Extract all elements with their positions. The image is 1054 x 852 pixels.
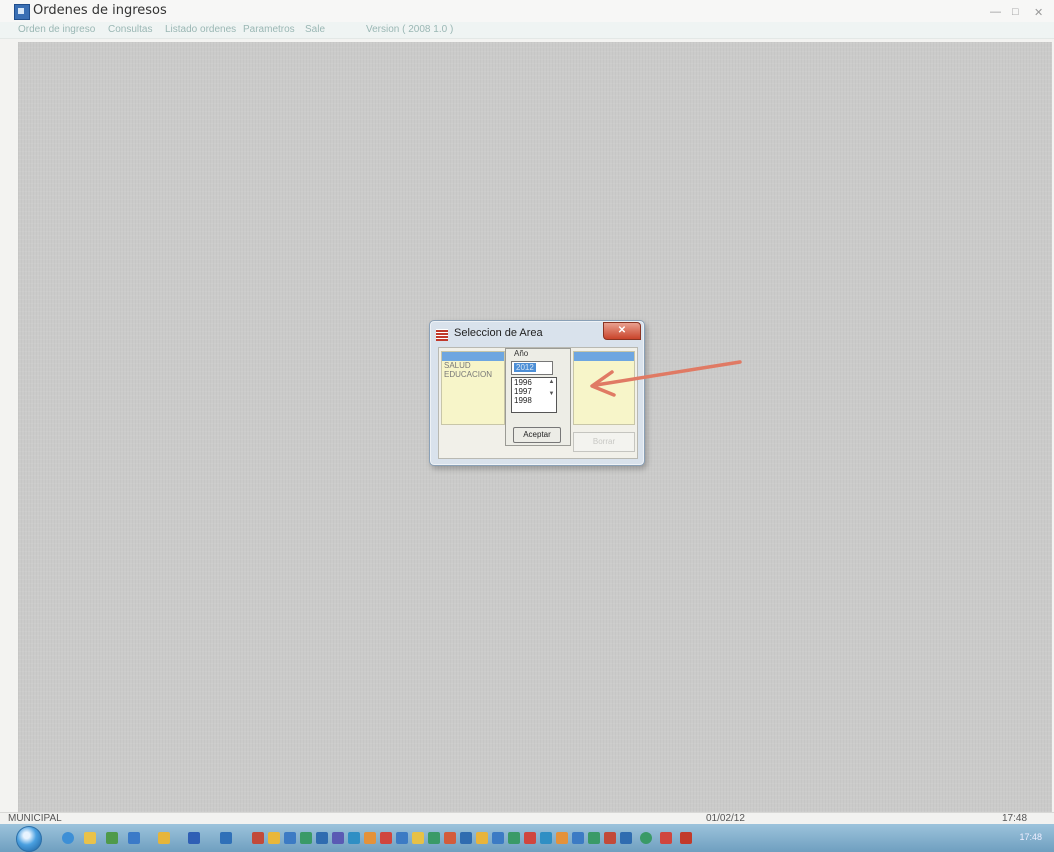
taskbar-app-icon[interactable]	[428, 832, 440, 844]
system-tray: 17:48	[880, 828, 1054, 848]
status-date: 01/02/12	[706, 813, 745, 824]
taskbar-app-icon[interactable]	[556, 832, 568, 844]
arrow-annotation	[590, 360, 742, 397]
taskbar-app-icon[interactable]	[524, 832, 536, 844]
taskbar-app-icon[interactable]	[268, 832, 280, 844]
taskbar-app-icon[interactable]	[332, 832, 344, 844]
taskbar-app-icon[interactable]	[252, 832, 264, 844]
taskbar-app-icon[interactable]	[300, 832, 312, 844]
taskbar-app-icon[interactable]	[460, 832, 472, 844]
arrow-shaft	[594, 360, 742, 387]
program-icon[interactable]	[220, 832, 232, 844]
taskbar-app-icon[interactable]	[348, 832, 360, 844]
folder-icon[interactable]	[84, 832, 96, 844]
taskbar-app-icon[interactable]	[508, 832, 520, 844]
taskbar-app-icon[interactable]	[680, 832, 692, 844]
app-icon-taskbar[interactable]	[128, 832, 140, 844]
taskbar-app-icon[interactable]	[572, 832, 584, 844]
taskbar-app-icon[interactable]	[640, 832, 652, 844]
taskbar-app-icon[interactable]	[284, 832, 296, 844]
taskbar-app-icon[interactable]	[604, 832, 616, 844]
taskbar-app-icon[interactable]	[620, 832, 632, 844]
taskbar-app-icon[interactable]	[540, 832, 552, 844]
status-municipal: MUNICIPAL	[8, 813, 62, 824]
browser-icon[interactable]	[62, 832, 74, 844]
taskbar-app-icon[interactable]	[380, 832, 392, 844]
taskbar-app-icon[interactable]	[444, 832, 456, 844]
taskbar-app-icon[interactable]	[492, 832, 504, 844]
taskbar-app-icon[interactable]	[316, 832, 328, 844]
taskbar-app-icon[interactable]	[396, 832, 408, 844]
tray-clock[interactable]: 17:48	[1019, 832, 1042, 842]
taskbar-app-icon[interactable]	[412, 832, 424, 844]
media-icon[interactable]	[106, 832, 118, 844]
taskbar-app-icon[interactable]	[476, 832, 488, 844]
start-button[interactable]	[16, 826, 42, 852]
explorer-icon[interactable]	[158, 832, 170, 844]
word-icon[interactable]	[188, 832, 200, 844]
taskbar-app-icon[interactable]	[364, 832, 376, 844]
taskbar-app-icon[interactable]	[660, 832, 672, 844]
status-time: 17:48	[1002, 813, 1028, 824]
taskbar-app-icon[interactable]	[588, 832, 600, 844]
taskbar: 17:48	[0, 824, 1054, 852]
